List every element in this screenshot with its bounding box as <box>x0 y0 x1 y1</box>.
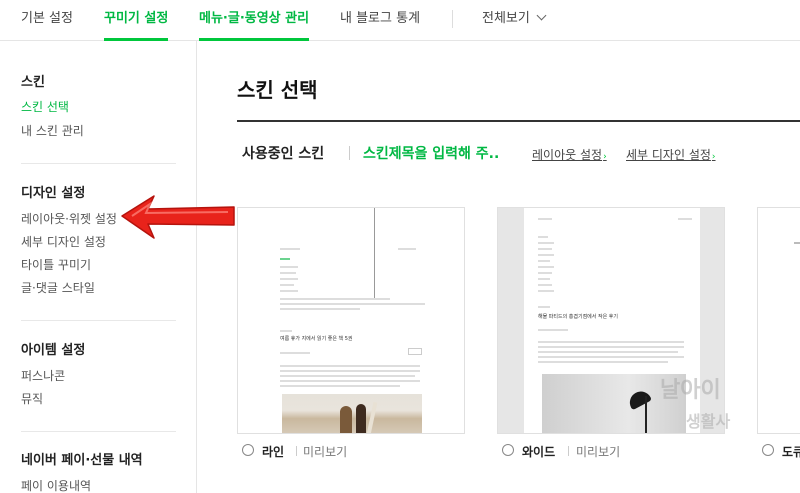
tab-blog-statistics[interactable]: 내 블로그 통계 <box>340 0 420 41</box>
sidebar-divider <box>21 163 176 164</box>
sidebar-item-personacon[interactable]: 퍼스나콘 <box>21 367 65 384</box>
top-navigation: 기본 설정 꾸미기 설정 메뉴·글·동영상 관리 내 블로그 통계 전체보기 <box>0 0 800 41</box>
current-skin-name: 스킨제목을 입력해 주.. <box>363 146 500 162</box>
skin-option-name: 와이드 <box>522 445 556 459</box>
skin-option-doc[interactable]: 도큐 <box>762 443 800 459</box>
radio-button[interactable] <box>502 444 514 456</box>
skin-option-name: 라인 <box>262 445 285 459</box>
page-title: 스킨 선택 <box>237 78 318 102</box>
current-skin-label: 사용중인 스킨 <box>242 146 325 162</box>
sidebar-section-design: 디자인 설정 <box>21 186 86 201</box>
red-arrow-annotation <box>121 195 235 239</box>
card-post-title: 해물 파티드의 흥겹기점에서 작은 후기 <box>538 314 618 320</box>
chevron-down-icon <box>536 10 547 21</box>
skin-option-line[interactable]: 라인 미리보기 <box>242 443 442 459</box>
layout-settings-label: 레이아웃 설정 <box>532 148 603 162</box>
radio-button[interactable] <box>762 444 774 456</box>
view-all-dropdown[interactable]: 전체보기 <box>482 0 547 41</box>
skin-card-doc[interactable] <box>757 207 800 434</box>
sidebar-item-my-skin[interactable]: 내 스킨 관리 <box>21 122 84 139</box>
detail-design-label: 세부 디자인 설정 <box>626 148 711 162</box>
sidebar-item-detail-design[interactable]: 세부 디자인 설정 <box>21 233 106 250</box>
divider <box>349 146 350 160</box>
sidebar-item-skin-select[interactable]: 스킨 선택 <box>21 98 69 115</box>
sidebar-divider <box>21 320 176 321</box>
tab-decoration-settings[interactable]: 꾸미기 설정 <box>104 0 169 41</box>
detail-design-link[interactable]: 세부 디자인 설정› <box>626 146 716 163</box>
sidebar-item-layout-widget[interactable]: 레이아웃·위젯 설정 <box>21 210 117 227</box>
beach-photo <box>282 394 422 433</box>
nav-divider <box>452 10 453 28</box>
watermark: 생활사 <box>686 412 731 431</box>
skin-option-wide[interactable]: 와이드 미리보기 <box>502 443 702 459</box>
skin-thumbnail-doc <box>794 242 800 244</box>
preview-link[interactable]: 미리보기 <box>576 443 620 460</box>
tab-content-management[interactable]: 메뉴·글·동영상 관리 <box>199 0 310 41</box>
arrow-icon: › <box>603 152 607 162</box>
sidebar-divider <box>21 431 176 432</box>
layout-settings-link[interactable]: 레이아웃 설정› <box>532 146 607 163</box>
divider <box>568 446 569 456</box>
tab-basic-settings[interactable]: 기본 설정 <box>21 0 73 41</box>
arrow-icon: › <box>711 152 716 162</box>
sidebar-section-items: 아이템 설정 <box>21 343 86 358</box>
skin-option-name: 도큐 <box>782 445 800 459</box>
sidebar-section-naver-pay: 네이버 페이·선물 내역 <box>21 453 143 468</box>
radio-button[interactable] <box>242 444 254 456</box>
watermark: 날아이 <box>660 378 721 403</box>
sidebar-item-pay-history[interactable]: 페이 이용내역 <box>21 477 91 493</box>
sidebar-item-post-comment-style[interactable]: 글·댓글 스타일 <box>21 279 95 296</box>
sidebar-section-skin: 스킨 <box>21 75 45 90</box>
divider <box>296 446 297 456</box>
sidebar-item-title-decoration[interactable]: 타이틀 꾸미기 <box>21 256 91 273</box>
preview-link[interactable]: 미리보기 <box>303 443 347 460</box>
view-all-label: 전체보기 <box>482 11 530 26</box>
sidebar: 스킨 스킨 선택 내 스킨 관리 디자인 설정 레이아웃·위젯 설정 세부 디자… <box>0 41 197 493</box>
skin-card-line[interactable]: 여름 휴가 지에서 읽기 좋은 책 5권 <box>237 207 465 434</box>
title-divider <box>237 120 800 122</box>
skin-thumbnail-line <box>374 208 375 298</box>
skin-thumbnail-wide <box>498 208 524 433</box>
card-post-title: 여름 휴가 지에서 읽기 좋은 책 5권 <box>280 336 353 342</box>
sidebar-item-music[interactable]: 뮤직 <box>21 390 43 407</box>
